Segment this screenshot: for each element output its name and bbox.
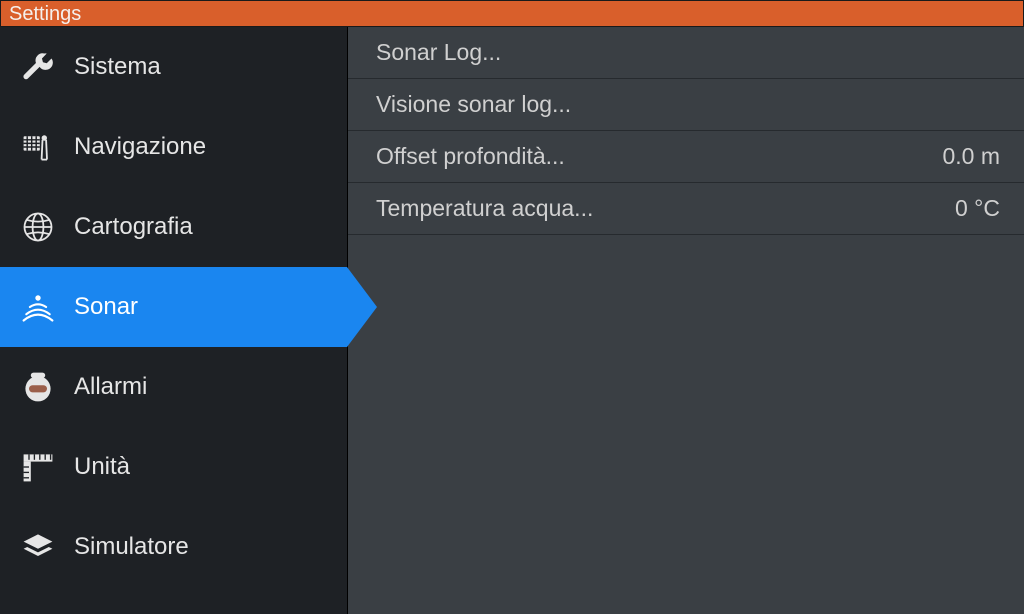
sidebar-item-label: Cartografia (74, 213, 193, 241)
sidebar-item-label: Unità (74, 453, 130, 481)
content-panel: Sonar Log... Visione sonar log... Offset… (348, 27, 1024, 614)
alarm-icon (18, 367, 58, 407)
chart-needle-icon (18, 127, 58, 167)
wrench-icon (18, 47, 58, 87)
sidebar-item-label: Allarmi (74, 373, 147, 401)
titlebar-title: Settings (9, 3, 81, 25)
sidebar-item-allarmi[interactable]: Allarmi (0, 347, 347, 427)
row-label: Temperatura acqua... (376, 195, 593, 222)
sidebar-item-unita[interactable]: Unità (0, 427, 347, 507)
row-offset-profondita[interactable]: Offset profondità... 0.0 m (348, 131, 1024, 183)
row-label: Offset profondità... (376, 143, 565, 170)
sidebar-item-label: Navigazione (74, 133, 206, 161)
sidebar-item-sistema[interactable]: Sistema (0, 27, 347, 107)
sidebar-item-cartografia[interactable]: Cartografia (0, 187, 347, 267)
row-sonar-log[interactable]: Sonar Log... (348, 27, 1024, 79)
sidebar-item-sonar[interactable]: Sonar (0, 267, 347, 347)
sidebar-item-label: Sonar (74, 293, 138, 321)
layers-icon (18, 527, 58, 567)
sonar-icon (18, 287, 58, 327)
row-visione-sonar-log[interactable]: Visione sonar log... (348, 79, 1024, 131)
row-label: Visione sonar log... (376, 91, 571, 118)
row-temperatura-acqua[interactable]: Temperatura acqua... 0 °C (348, 183, 1024, 235)
sidebar-item-simulatore[interactable]: Simulatore (0, 507, 347, 587)
sidebar-item-label: Sistema (74, 53, 161, 81)
row-value: 0 °C (955, 195, 1000, 222)
titlebar: Settings (0, 0, 1024, 27)
globe-icon (18, 207, 58, 247)
container: Sistema Navigazione (0, 27, 1024, 614)
sidebar-item-label: Simulatore (74, 533, 189, 561)
ruler-icon (18, 447, 58, 487)
sidebar-item-navigazione[interactable]: Navigazione (0, 107, 347, 187)
row-value: 0.0 m (942, 143, 1000, 170)
sidebar: Sistema Navigazione (0, 27, 348, 614)
row-label: Sonar Log... (376, 39, 501, 66)
